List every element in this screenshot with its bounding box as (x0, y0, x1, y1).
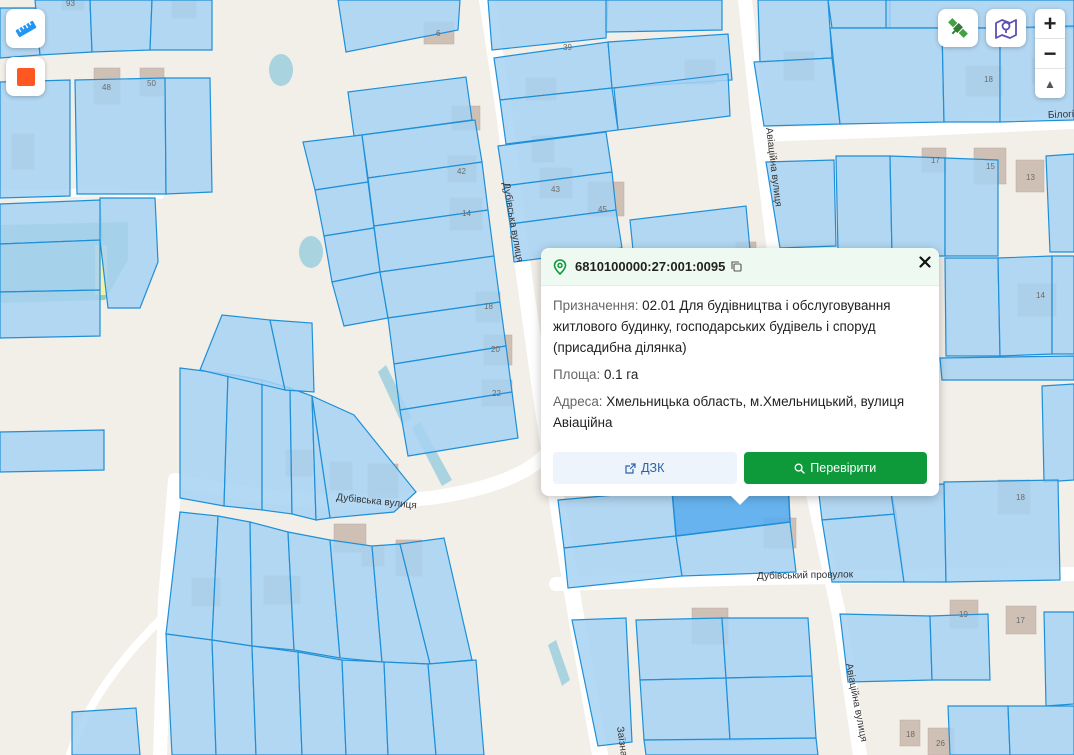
close-button[interactable] (915, 252, 935, 272)
ruler-icon (15, 20, 36, 37)
stop-square-icon (16, 67, 35, 86)
address-row: Адреса: Хмельницька область, м.Хмельниць… (553, 391, 927, 433)
house-number: 93 (66, 0, 75, 8)
house-number: 18 (1016, 493, 1025, 502)
popup-body: Призначення: 02.01 Для будівництва і обс… (541, 286, 939, 433)
external-link-icon (625, 462, 636, 474)
house-number: 18 (906, 730, 915, 739)
house-number: 14 (462, 209, 471, 218)
parcel-popup: 6810100000:27:001:0095 Призначення: 02.0… (541, 248, 939, 505)
compass-icon: ▲ (1044, 76, 1056, 91)
compass-button[interactable]: ▲ (1035, 69, 1065, 98)
house-number: 14 (1036, 291, 1045, 300)
house-number: 17 (1016, 616, 1025, 625)
house-number: 42 (457, 167, 466, 176)
address-label: Адреса: (553, 394, 603, 409)
map-layers-button[interactable] (986, 9, 1026, 47)
area-row: Площа: 0.1 га (553, 364, 927, 385)
search-icon (794, 463, 805, 474)
house-number: 19 (959, 610, 968, 619)
zoom-control: + − ▲ (1035, 9, 1065, 98)
house-number: 26 (936, 739, 945, 748)
area-label: Площа: (553, 367, 601, 382)
house-number: 22 (492, 389, 501, 398)
house-number: 20 (491, 345, 500, 354)
zoom-in-button[interactable]: + (1035, 9, 1065, 39)
house-number: 39 (563, 43, 572, 52)
purpose-label: Призначення: (553, 298, 639, 313)
popup-pointer (731, 496, 749, 505)
location-pin-icon (553, 258, 567, 275)
ruler-button[interactable] (6, 9, 45, 48)
satellite-icon (948, 18, 968, 38)
map-pin-icon (995, 19, 1017, 39)
house-number: 45 (598, 205, 607, 214)
house-number: 18 (484, 302, 493, 311)
house-number: 17 (931, 156, 940, 165)
dzk-button-label: ДЗК (641, 461, 665, 475)
check-button[interactable]: Перевірити (743, 452, 927, 484)
satellite-button[interactable] (938, 9, 978, 47)
copy-button[interactable] (731, 261, 742, 272)
copy-icon (731, 261, 742, 272)
house-number: 13 (1026, 173, 1035, 182)
zoom-out-button[interactable]: − (1035, 39, 1065, 69)
street-label-dubivskyi-provulok: Дубівський провулок (757, 568, 854, 582)
purpose-row: Призначення: 02.01 Для будівництва і обс… (553, 295, 927, 358)
street-label-bilohirska: Білогі (1048, 109, 1074, 121)
check-button-label: Перевірити (810, 461, 877, 475)
house-number: 6 (436, 29, 441, 38)
close-icon (919, 256, 931, 268)
house-number: 43 (551, 185, 560, 194)
house-number: 48 (102, 83, 111, 92)
area-value: 0.1 га (603, 367, 639, 382)
address-value: Хмельницька область, м.Хмельницький, вул… (553, 394, 905, 430)
house-number: 18 (984, 75, 993, 84)
stop-button[interactable] (6, 57, 45, 96)
popup-actions: ДЗК Перевірити (553, 452, 927, 484)
house-number: 50 (147, 79, 156, 88)
dzk-button[interactable]: ДЗК (553, 452, 737, 484)
cadastral-number: 6810100000:27:001:0095 (575, 259, 726, 274)
popup-header: 6810100000:27:001:0095 (541, 248, 939, 286)
house-number: 15 (986, 162, 995, 171)
